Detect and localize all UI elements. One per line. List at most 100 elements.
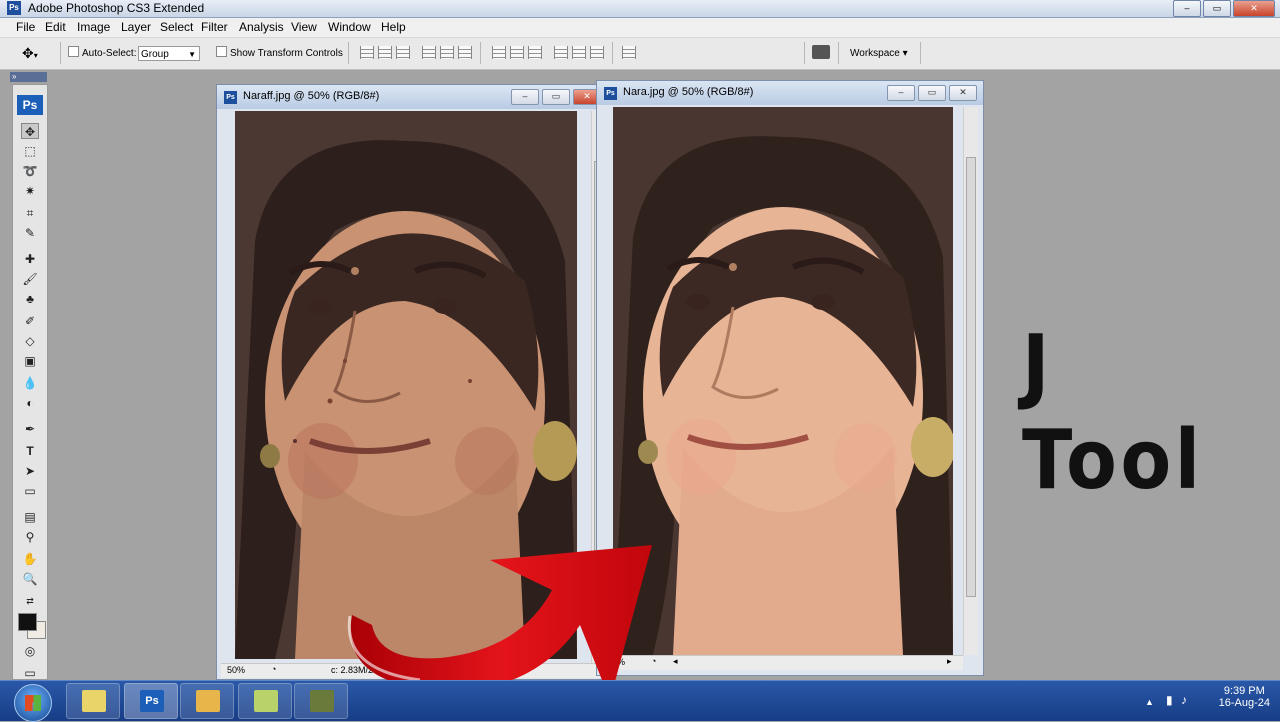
gradient-tool-icon[interactable]: ▣ <box>21 353 39 369</box>
align-top-icon[interactable] <box>360 46 374 59</box>
distribute-vertical-center-icon[interactable] <box>510 46 524 59</box>
volume-icon[interactable]: ♪ <box>1181 693 1187 707</box>
distribute-right-icon[interactable] <box>590 46 604 59</box>
divider <box>804 42 805 64</box>
distribute-horizontal-center-icon[interactable] <box>572 46 586 59</box>
auto-select-checkbox[interactable]: Auto-Select: <box>68 46 136 59</box>
taskbar-app-notes[interactable] <box>238 683 292 719</box>
distribute-top-icon[interactable] <box>492 46 506 59</box>
system-clock[interactable]: 9:39 PM 16-Aug-24 <box>1219 685 1270 709</box>
slice-tool-icon[interactable]: ✎ <box>21 225 39 241</box>
scroll-right-icon[interactable]: ▸ <box>947 656 952 667</box>
network-icon[interactable]: ▮ <box>1166 693 1173 707</box>
align-vertical-center-icon[interactable] <box>378 46 392 59</box>
menu-image[interactable]: Image <box>77 20 110 34</box>
status-info-icon[interactable]: ◔ <box>271 664 276 674</box>
after-photo <box>613 107 953 655</box>
scrollbar-thumb[interactable] <box>966 157 976 597</box>
path-selection-tool-icon[interactable]: ➤ <box>21 463 39 479</box>
taskbar-app-file-manager[interactable] <box>180 683 234 719</box>
menu-window[interactable]: Window <box>328 20 371 34</box>
menu-file[interactable]: File <box>16 20 35 34</box>
pen-tool-icon[interactable]: ✒ <box>21 421 39 437</box>
history-brush-tool-icon[interactable]: ✐ <box>21 313 39 329</box>
marquee-tool-icon[interactable]: ⬚ <box>21 143 39 159</box>
align-bottom-icon[interactable] <box>396 46 410 59</box>
document-controls: – ▭ ✕ <box>508 89 601 105</box>
align-right-icon[interactable] <box>458 46 472 59</box>
auto-select-dropdown[interactable]: Group ▼ <box>138 46 200 61</box>
brush-tool-icon[interactable]: 🖌 <box>21 271 39 287</box>
photoshop-app-icon: Ps <box>7 1 21 15</box>
zoom-level[interactable]: 50% <box>227 665 245 675</box>
menu-help[interactable]: Help <box>381 20 406 34</box>
type-tool-icon[interactable]: T <box>21 443 39 459</box>
blur-tool-icon[interactable]: 💧 <box>21 375 39 391</box>
distribute-left-icon[interactable] <box>554 46 568 59</box>
menu-analysis[interactable]: Analysis <box>239 20 284 34</box>
restore-button[interactable]: ▭ <box>918 85 946 101</box>
vertical-scrollbar[interactable] <box>963 107 978 655</box>
media-player-icon <box>310 690 334 712</box>
menu-layer[interactable]: Layer <box>121 20 151 34</box>
move-tool-icon[interactable]: ✥ <box>21 123 39 139</box>
minimize-button[interactable]: – <box>1173 0 1201 17</box>
screen-mode-icon[interactable]: ▭ <box>21 665 39 681</box>
quick-mask-icon[interactable]: ◎ <box>21 643 39 659</box>
taskbar-app-media[interactable] <box>294 683 348 719</box>
show-transform-controls-checkbox[interactable]: Show Transform Controls <box>216 46 343 59</box>
minimize-button[interactable]: – <box>887 85 915 101</box>
restore-button[interactable]: ▭ <box>542 89 570 105</box>
align-left-icon[interactable] <box>422 46 436 59</box>
clone-stamp-tool-icon[interactable]: ♣ <box>21 291 39 307</box>
foreground-color-swatch[interactable] <box>18 613 37 631</box>
show-hidden-icons-icon[interactable]: ▲ <box>1145 697 1154 707</box>
document-controls: – ▭ ✕ <box>884 85 977 101</box>
minimize-button[interactable]: – <box>511 89 539 105</box>
align-horizontal-center-icon[interactable] <box>440 46 454 59</box>
auto-select-label: Auto-Select: <box>82 48 137 59</box>
chevron-down-icon: ▼ <box>188 50 196 59</box>
healing-brush-tool-icon[interactable]: ✚ <box>21 251 39 267</box>
menu-edit[interactable]: Edit <box>45 20 66 34</box>
lasso-tool-icon[interactable]: ➰ <box>21 163 39 179</box>
portrait-image <box>613 107 953 655</box>
show-transform-label: Show Transform Controls <box>230 48 343 59</box>
document-titlebar[interactable]: Ps Nara.jpg @ 50% (RGB/8#) – ▭ ✕ <box>597 81 983 105</box>
document-titlebar[interactable]: Ps Naraff.jpg @ 50% (RGB/8#) – ▭ ✕ <box>217 85 607 109</box>
dodge-tool-icon[interactable]: ◐ <box>21 395 39 411</box>
shape-tool-icon[interactable]: ▭ <box>21 483 39 499</box>
taskbar-app-photoshop[interactable]: Ps <box>124 683 178 719</box>
distribute-bottom-icon[interactable] <box>528 46 542 59</box>
document-ps-icon: Ps <box>604 87 617 100</box>
menu-select[interactable]: Select <box>160 20 193 34</box>
workspace-button[interactable]: Workspace ▾ <box>850 48 908 59</box>
close-button[interactable]: ✕ <box>1233 0 1275 17</box>
menu-view[interactable]: View <box>291 20 317 34</box>
crop-tool-icon[interactable]: ⌗ <box>21 205 39 221</box>
start-button[interactable] <box>14 684 52 722</box>
close-button[interactable]: ✕ <box>949 85 977 101</box>
hand-tool-icon[interactable]: ✋ <box>21 551 39 567</box>
window-controls: – ▭ ✕ <box>1171 0 1275 17</box>
toolbox-collapse-handle[interactable]: » <box>10 72 47 82</box>
divider <box>838 42 839 64</box>
eyedropper-tool-icon[interactable]: ⚲ <box>21 529 39 545</box>
divider <box>920 42 921 64</box>
zoom-tool-icon[interactable]: 🔍 <box>21 571 39 587</box>
move-tool-preset-icon[interactable]: ✥▾ <box>22 45 38 62</box>
options-bar: ✥▾ Auto-Select: Group ▼ Show Transform Co… <box>0 38 1280 70</box>
taskbar-app-explorer[interactable] <box>66 683 120 719</box>
magic-wand-tool-icon[interactable]: ✷ <box>21 183 39 199</box>
windows-flag-icon <box>25 695 41 711</box>
auto-align-layers-icon[interactable] <box>622 46 636 59</box>
divider <box>60 42 61 64</box>
restore-button[interactable]: ▭ <box>1203 0 1231 17</box>
notes-tool-icon[interactable]: ▤ <box>21 509 39 525</box>
scroll-left-icon[interactable]: ◂ <box>673 656 678 667</box>
divider <box>348 42 349 64</box>
swap-colors-icon[interactable]: ⇄ <box>21 593 39 609</box>
eraser-tool-icon[interactable]: ◇ <box>21 333 39 349</box>
menu-filter[interactable]: Filter <box>201 20 228 34</box>
file-browser-icon[interactable] <box>812 45 830 59</box>
